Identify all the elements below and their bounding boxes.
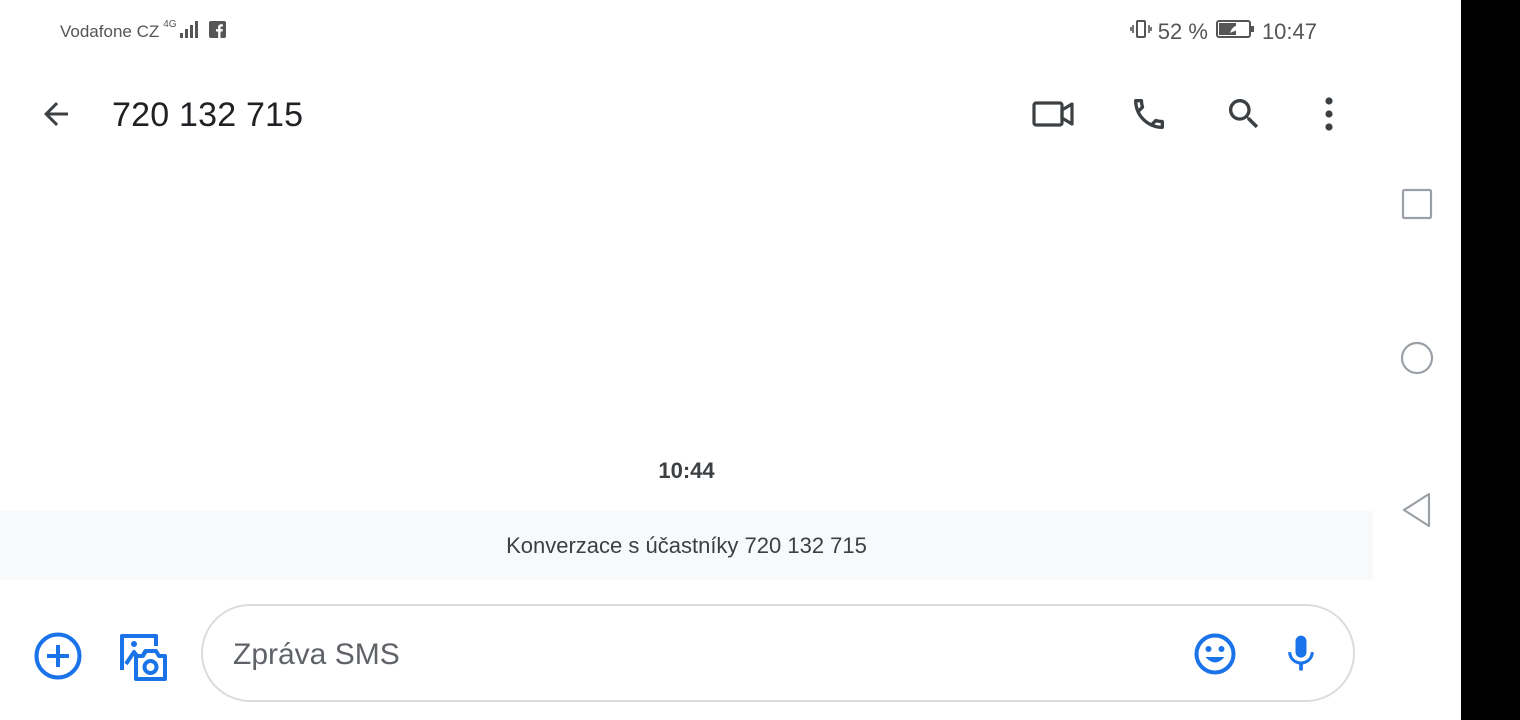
video-call-icon — [1031, 96, 1075, 137]
nav-back-button[interactable] — [1397, 492, 1437, 532]
vibrate-icon — [1129, 18, 1152, 46]
call-button[interactable] — [1125, 92, 1173, 140]
signal-icon — [179, 20, 199, 43]
more-options-button[interactable] — [1305, 92, 1353, 140]
app-bar: 720 132 715 — [0, 76, 1373, 156]
status-left: Vodafone CZ 4G — [60, 19, 226, 43]
status-bar: Vodafone CZ 4G 52 % 10:47 — [0, 0, 1373, 62]
composer-row — [0, 604, 1373, 704]
messaging-screen: Vodafone CZ 4G 52 % 10:47 720 132 715 10… — [0, 0, 1373, 720]
voice-input-button[interactable] — [1279, 632, 1325, 678]
conversation-info-text: Konverzace s účastníky 720 132 715 — [506, 532, 867, 558]
status-clock: 10:47 — [1261, 19, 1317, 44]
screen-edge — [1461, 0, 1520, 720]
battery-percent: 52 % — [1157, 19, 1208, 44]
network-type-label: 4G — [163, 19, 177, 30]
triangle-back-icon — [1401, 492, 1433, 533]
square-recents-icon — [1401, 188, 1433, 225]
add-attachment-button[interactable] — [34, 632, 82, 680]
message-timestamp: 10:44 — [658, 458, 715, 483]
recents-button[interactable] — [1397, 186, 1437, 226]
system-navigation-bar — [1373, 0, 1461, 720]
microphone-icon — [1279, 635, 1323, 680]
sms-message-input[interactable] — [231, 634, 1135, 676]
emoji-icon — [1193, 633, 1237, 680]
circle-home-icon — [1400, 341, 1434, 380]
back-arrow-icon — [38, 96, 74, 137]
phone-icon — [1129, 94, 1169, 139]
video-call-button[interactable] — [1029, 92, 1077, 140]
plus-circle-icon — [34, 632, 82, 684]
sms-input-container — [201, 604, 1355, 702]
status-right: 52 % 10:47 — [1129, 18, 1317, 46]
emoji-button[interactable] — [1193, 632, 1239, 678]
home-button[interactable] — [1397, 340, 1437, 380]
back-button[interactable] — [28, 92, 84, 140]
battery-saver-icon — [1215, 19, 1256, 45]
more-vert-icon — [1323, 96, 1335, 137]
conversation-title: 720 132 715 — [112, 96, 304, 134]
gallery-camera-icon — [116, 634, 168, 686]
facebook-icon — [208, 20, 226, 43]
search-button[interactable] — [1220, 92, 1268, 140]
search-icon — [1224, 94, 1264, 139]
gallery-camera-button[interactable] — [116, 630, 168, 682]
carrier-name: Vodafone CZ — [60, 21, 160, 41]
conversation-info-banner: Konverzace s účastníky 720 132 715 — [0, 511, 1373, 580]
